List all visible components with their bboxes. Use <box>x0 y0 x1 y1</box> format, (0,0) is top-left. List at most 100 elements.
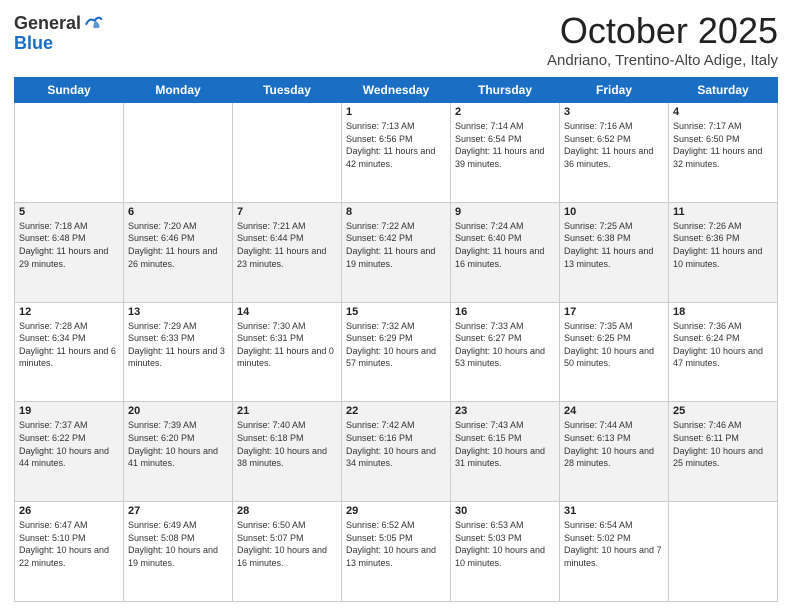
day-number: 24 <box>564 405 664 417</box>
day-number: 5 <box>19 206 119 218</box>
day-number: 4 <box>673 106 773 118</box>
day-info: Sunrise: 7:46 AMSunset: 6:11 PMDaylight:… <box>673 420 763 468</box>
day-info: Sunrise: 7:33 AMSunset: 6:27 PMDaylight:… <box>455 321 545 369</box>
calendar-week-row: 1 Sunrise: 7:13 AMSunset: 6:56 PMDayligh… <box>15 103 778 203</box>
table-row: 15 Sunrise: 7:32 AMSunset: 6:29 PMDaylig… <box>342 302 451 402</box>
day-info: Sunrise: 7:17 AMSunset: 6:50 PMDaylight:… <box>673 121 762 169</box>
day-info: Sunrise: 7:24 AMSunset: 6:40 PMDaylight:… <box>455 221 544 269</box>
day-info: Sunrise: 7:13 AMSunset: 6:56 PMDaylight:… <box>346 121 435 169</box>
day-number: 12 <box>19 306 119 318</box>
calendar-table: Sunday Monday Tuesday Wednesday Thursday… <box>14 77 778 602</box>
day-number: 21 <box>237 405 337 417</box>
table-row: 21 Sunrise: 7:40 AMSunset: 6:18 PMDaylig… <box>233 402 342 502</box>
day-info: Sunrise: 7:44 AMSunset: 6:13 PMDaylight:… <box>564 420 654 468</box>
page: General Blue October 2025 Andriano, Tren… <box>0 0 792 612</box>
day-number: 31 <box>564 505 664 517</box>
day-number: 15 <box>346 306 446 318</box>
table-row: 8 Sunrise: 7:22 AMSunset: 6:42 PMDayligh… <box>342 202 451 302</box>
day-info: Sunrise: 7:32 AMSunset: 6:29 PMDaylight:… <box>346 321 436 369</box>
table-row: 1 Sunrise: 7:13 AMSunset: 6:56 PMDayligh… <box>342 103 451 203</box>
day-info: Sunrise: 7:30 AMSunset: 6:31 PMDaylight:… <box>237 321 334 369</box>
day-number: 2 <box>455 106 555 118</box>
table-row <box>15 103 124 203</box>
day-number: 9 <box>455 206 555 218</box>
table-row: 29 Sunrise: 6:52 AMSunset: 5:05 PMDaylig… <box>342 502 451 602</box>
day-number: 25 <box>673 405 773 417</box>
day-info: Sunrise: 7:37 AMSunset: 6:22 PMDaylight:… <box>19 420 109 468</box>
day-info: Sunrise: 7:16 AMSunset: 6:52 PMDaylight:… <box>564 121 653 169</box>
day-number: 28 <box>237 505 337 517</box>
day-info: Sunrise: 7:35 AMSunset: 6:25 PMDaylight:… <box>564 321 654 369</box>
table-row: 16 Sunrise: 7:33 AMSunset: 6:27 PMDaylig… <box>451 302 560 402</box>
day-info: Sunrise: 6:52 AMSunset: 5:05 PMDaylight:… <box>346 520 436 568</box>
col-monday: Monday <box>124 78 233 103</box>
table-row: 22 Sunrise: 7:42 AMSunset: 6:16 PMDaylig… <box>342 402 451 502</box>
table-row: 4 Sunrise: 7:17 AMSunset: 6:50 PMDayligh… <box>669 103 778 203</box>
day-number: 10 <box>564 206 664 218</box>
table-row: 6 Sunrise: 7:20 AMSunset: 6:46 PMDayligh… <box>124 202 233 302</box>
day-number: 26 <box>19 505 119 517</box>
calendar-week-row: 26 Sunrise: 6:47 AMSunset: 5:10 PMDaylig… <box>15 502 778 602</box>
table-row <box>669 502 778 602</box>
table-row: 17 Sunrise: 7:35 AMSunset: 6:25 PMDaylig… <box>560 302 669 402</box>
day-info: Sunrise: 7:42 AMSunset: 6:16 PMDaylight:… <box>346 420 436 468</box>
day-number: 18 <box>673 306 773 318</box>
table-row: 7 Sunrise: 7:21 AMSunset: 6:44 PMDayligh… <box>233 202 342 302</box>
table-row: 31 Sunrise: 6:54 AMSunset: 5:02 PMDaylig… <box>560 502 669 602</box>
day-info: Sunrise: 7:28 AMSunset: 6:34 PMDaylight:… <box>19 321 116 369</box>
table-row <box>233 103 342 203</box>
day-info: Sunrise: 6:53 AMSunset: 5:03 PMDaylight:… <box>455 520 545 568</box>
table-row: 18 Sunrise: 7:36 AMSunset: 6:24 PMDaylig… <box>669 302 778 402</box>
table-row: 14 Sunrise: 7:30 AMSunset: 6:31 PMDaylig… <box>233 302 342 402</box>
day-number: 11 <box>673 206 773 218</box>
day-number: 20 <box>128 405 228 417</box>
day-info: Sunrise: 7:29 AMSunset: 6:33 PMDaylight:… <box>128 321 225 369</box>
day-number: 19 <box>19 405 119 417</box>
calendar-week-row: 5 Sunrise: 7:18 AMSunset: 6:48 PMDayligh… <box>15 202 778 302</box>
logo: General Blue <box>14 14 103 54</box>
col-thursday: Thursday <box>451 78 560 103</box>
day-info: Sunrise: 7:18 AMSunset: 6:48 PMDaylight:… <box>19 221 108 269</box>
table-row: 25 Sunrise: 7:46 AMSunset: 6:11 PMDaylig… <box>669 402 778 502</box>
col-sunday: Sunday <box>15 78 124 103</box>
table-row: 5 Sunrise: 7:18 AMSunset: 6:48 PMDayligh… <box>15 202 124 302</box>
table-row: 28 Sunrise: 6:50 AMSunset: 5:07 PMDaylig… <box>233 502 342 602</box>
table-row: 20 Sunrise: 7:39 AMSunset: 6:20 PMDaylig… <box>124 402 233 502</box>
table-row: 30 Sunrise: 6:53 AMSunset: 5:03 PMDaylig… <box>451 502 560 602</box>
day-info: Sunrise: 6:50 AMSunset: 5:07 PMDaylight:… <box>237 520 327 568</box>
calendar-header-row: Sunday Monday Tuesday Wednesday Thursday… <box>15 78 778 103</box>
day-info: Sunrise: 7:43 AMSunset: 6:15 PMDaylight:… <box>455 420 545 468</box>
table-row: 27 Sunrise: 6:49 AMSunset: 5:08 PMDaylig… <box>124 502 233 602</box>
day-info: Sunrise: 6:54 AMSunset: 5:02 PMDaylight:… <box>564 520 662 568</box>
table-row: 10 Sunrise: 7:25 AMSunset: 6:38 PMDaylig… <box>560 202 669 302</box>
day-info: Sunrise: 7:20 AMSunset: 6:46 PMDaylight:… <box>128 221 217 269</box>
day-info: Sunrise: 6:47 AMSunset: 5:10 PMDaylight:… <box>19 520 109 568</box>
table-row: 3 Sunrise: 7:16 AMSunset: 6:52 PMDayligh… <box>560 103 669 203</box>
day-number: 17 <box>564 306 664 318</box>
table-row <box>124 103 233 203</box>
logo-blue-text: Blue <box>14 33 53 53</box>
day-number: 23 <box>455 405 555 417</box>
table-row: 12 Sunrise: 7:28 AMSunset: 6:34 PMDaylig… <box>15 302 124 402</box>
day-info: Sunrise: 7:40 AMSunset: 6:18 PMDaylight:… <box>237 420 327 468</box>
day-info: Sunrise: 7:26 AMSunset: 6:36 PMDaylight:… <box>673 221 762 269</box>
day-number: 7 <box>237 206 337 218</box>
table-row: 24 Sunrise: 7:44 AMSunset: 6:13 PMDaylig… <box>560 402 669 502</box>
day-number: 6 <box>128 206 228 218</box>
day-info: Sunrise: 7:14 AMSunset: 6:54 PMDaylight:… <box>455 121 544 169</box>
day-number: 30 <box>455 505 555 517</box>
table-row: 26 Sunrise: 6:47 AMSunset: 5:10 PMDaylig… <box>15 502 124 602</box>
month-title: October 2025 <box>547 10 778 52</box>
table-row: 13 Sunrise: 7:29 AMSunset: 6:33 PMDaylig… <box>124 302 233 402</box>
calendar-week-row: 19 Sunrise: 7:37 AMSunset: 6:22 PMDaylig… <box>15 402 778 502</box>
col-tuesday: Tuesday <box>233 78 342 103</box>
table-row: 2 Sunrise: 7:14 AMSunset: 6:54 PMDayligh… <box>451 103 560 203</box>
logo-icon <box>83 14 103 34</box>
table-row: 11 Sunrise: 7:26 AMSunset: 6:36 PMDaylig… <box>669 202 778 302</box>
day-number: 13 <box>128 306 228 318</box>
day-info: Sunrise: 7:36 AMSunset: 6:24 PMDaylight:… <box>673 321 763 369</box>
day-info: Sunrise: 7:25 AMSunset: 6:38 PMDaylight:… <box>564 221 653 269</box>
day-info: Sunrise: 7:21 AMSunset: 6:44 PMDaylight:… <box>237 221 326 269</box>
day-number: 29 <box>346 505 446 517</box>
day-number: 16 <box>455 306 555 318</box>
